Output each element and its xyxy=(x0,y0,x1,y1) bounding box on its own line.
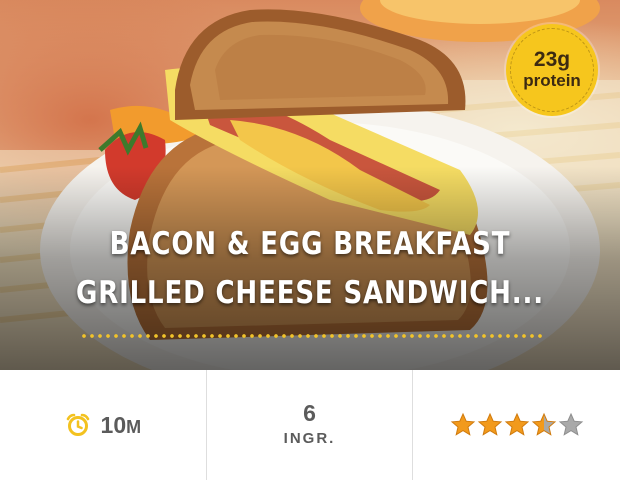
recipe-title[interactable]: BACON & EGG BREAKFAST GRILLED CHEESE SAN… xyxy=(70,220,550,318)
prep-time-value: 10 xyxy=(100,411,127,438)
star-filled-icon xyxy=(450,412,475,436)
ingredients-label: INGR. xyxy=(283,430,336,447)
title-dotted-underline xyxy=(80,333,546,339)
ingredients-count: 6 xyxy=(303,400,316,426)
star-filled-icon xyxy=(477,412,502,436)
badge-ring xyxy=(510,28,594,112)
star-filled-icon xyxy=(504,412,529,436)
protein-badge: 23g protein xyxy=(506,24,598,116)
rating-cell xyxy=(413,370,620,480)
prep-time-cell: 10M xyxy=(0,370,207,480)
star-half-icon xyxy=(531,412,556,436)
recipe-title-line-1: BACON & EGG BREAKFAST xyxy=(109,226,511,262)
recipe-card[interactable]: 23g protein BACON & EGG BREAKFAST GRILLE… xyxy=(0,0,620,480)
prep-time-unit: M xyxy=(126,416,142,437)
recipe-photo[interactable]: 23g protein BACON & EGG BREAKFAST GRILLE… xyxy=(0,0,620,370)
recipe-title-line-2: GRILLED CHEESE SANDWICH... xyxy=(75,275,545,311)
prep-time: 10M xyxy=(101,412,142,439)
star-empty-icon xyxy=(558,412,583,436)
star-rating xyxy=(450,412,584,438)
recipe-info-bar: 10M 6 INGR. xyxy=(0,370,620,480)
ingredients-cell: 6 INGR. xyxy=(207,370,414,480)
alarm-clock-icon xyxy=(66,413,89,436)
